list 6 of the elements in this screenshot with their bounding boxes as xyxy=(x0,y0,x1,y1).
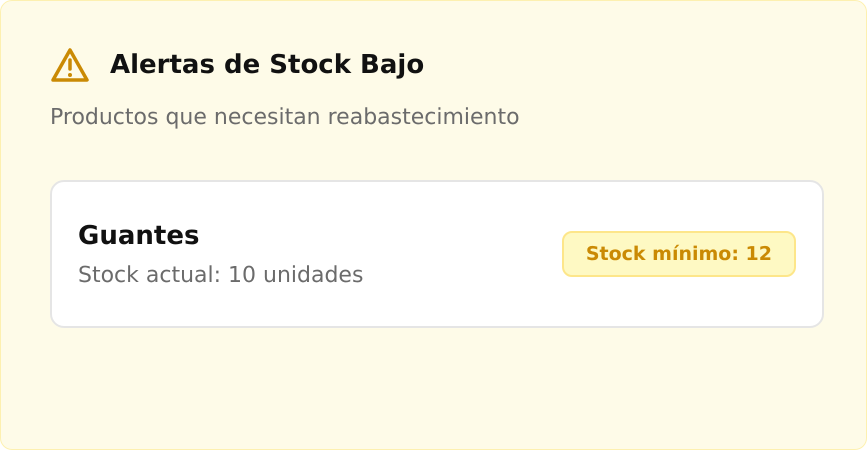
panel-title: Alertas de Stock Bajo xyxy=(110,50,424,80)
minimum-stock-badge: Stock mínimo: 12 xyxy=(562,231,796,277)
warning-icon xyxy=(50,47,90,83)
current-stock: Stock actual: 10 unidades xyxy=(78,262,364,288)
product-name: Guantes xyxy=(78,220,200,250)
panel-subtitle: Productos que necesitan reabastecimiento xyxy=(50,105,521,130)
